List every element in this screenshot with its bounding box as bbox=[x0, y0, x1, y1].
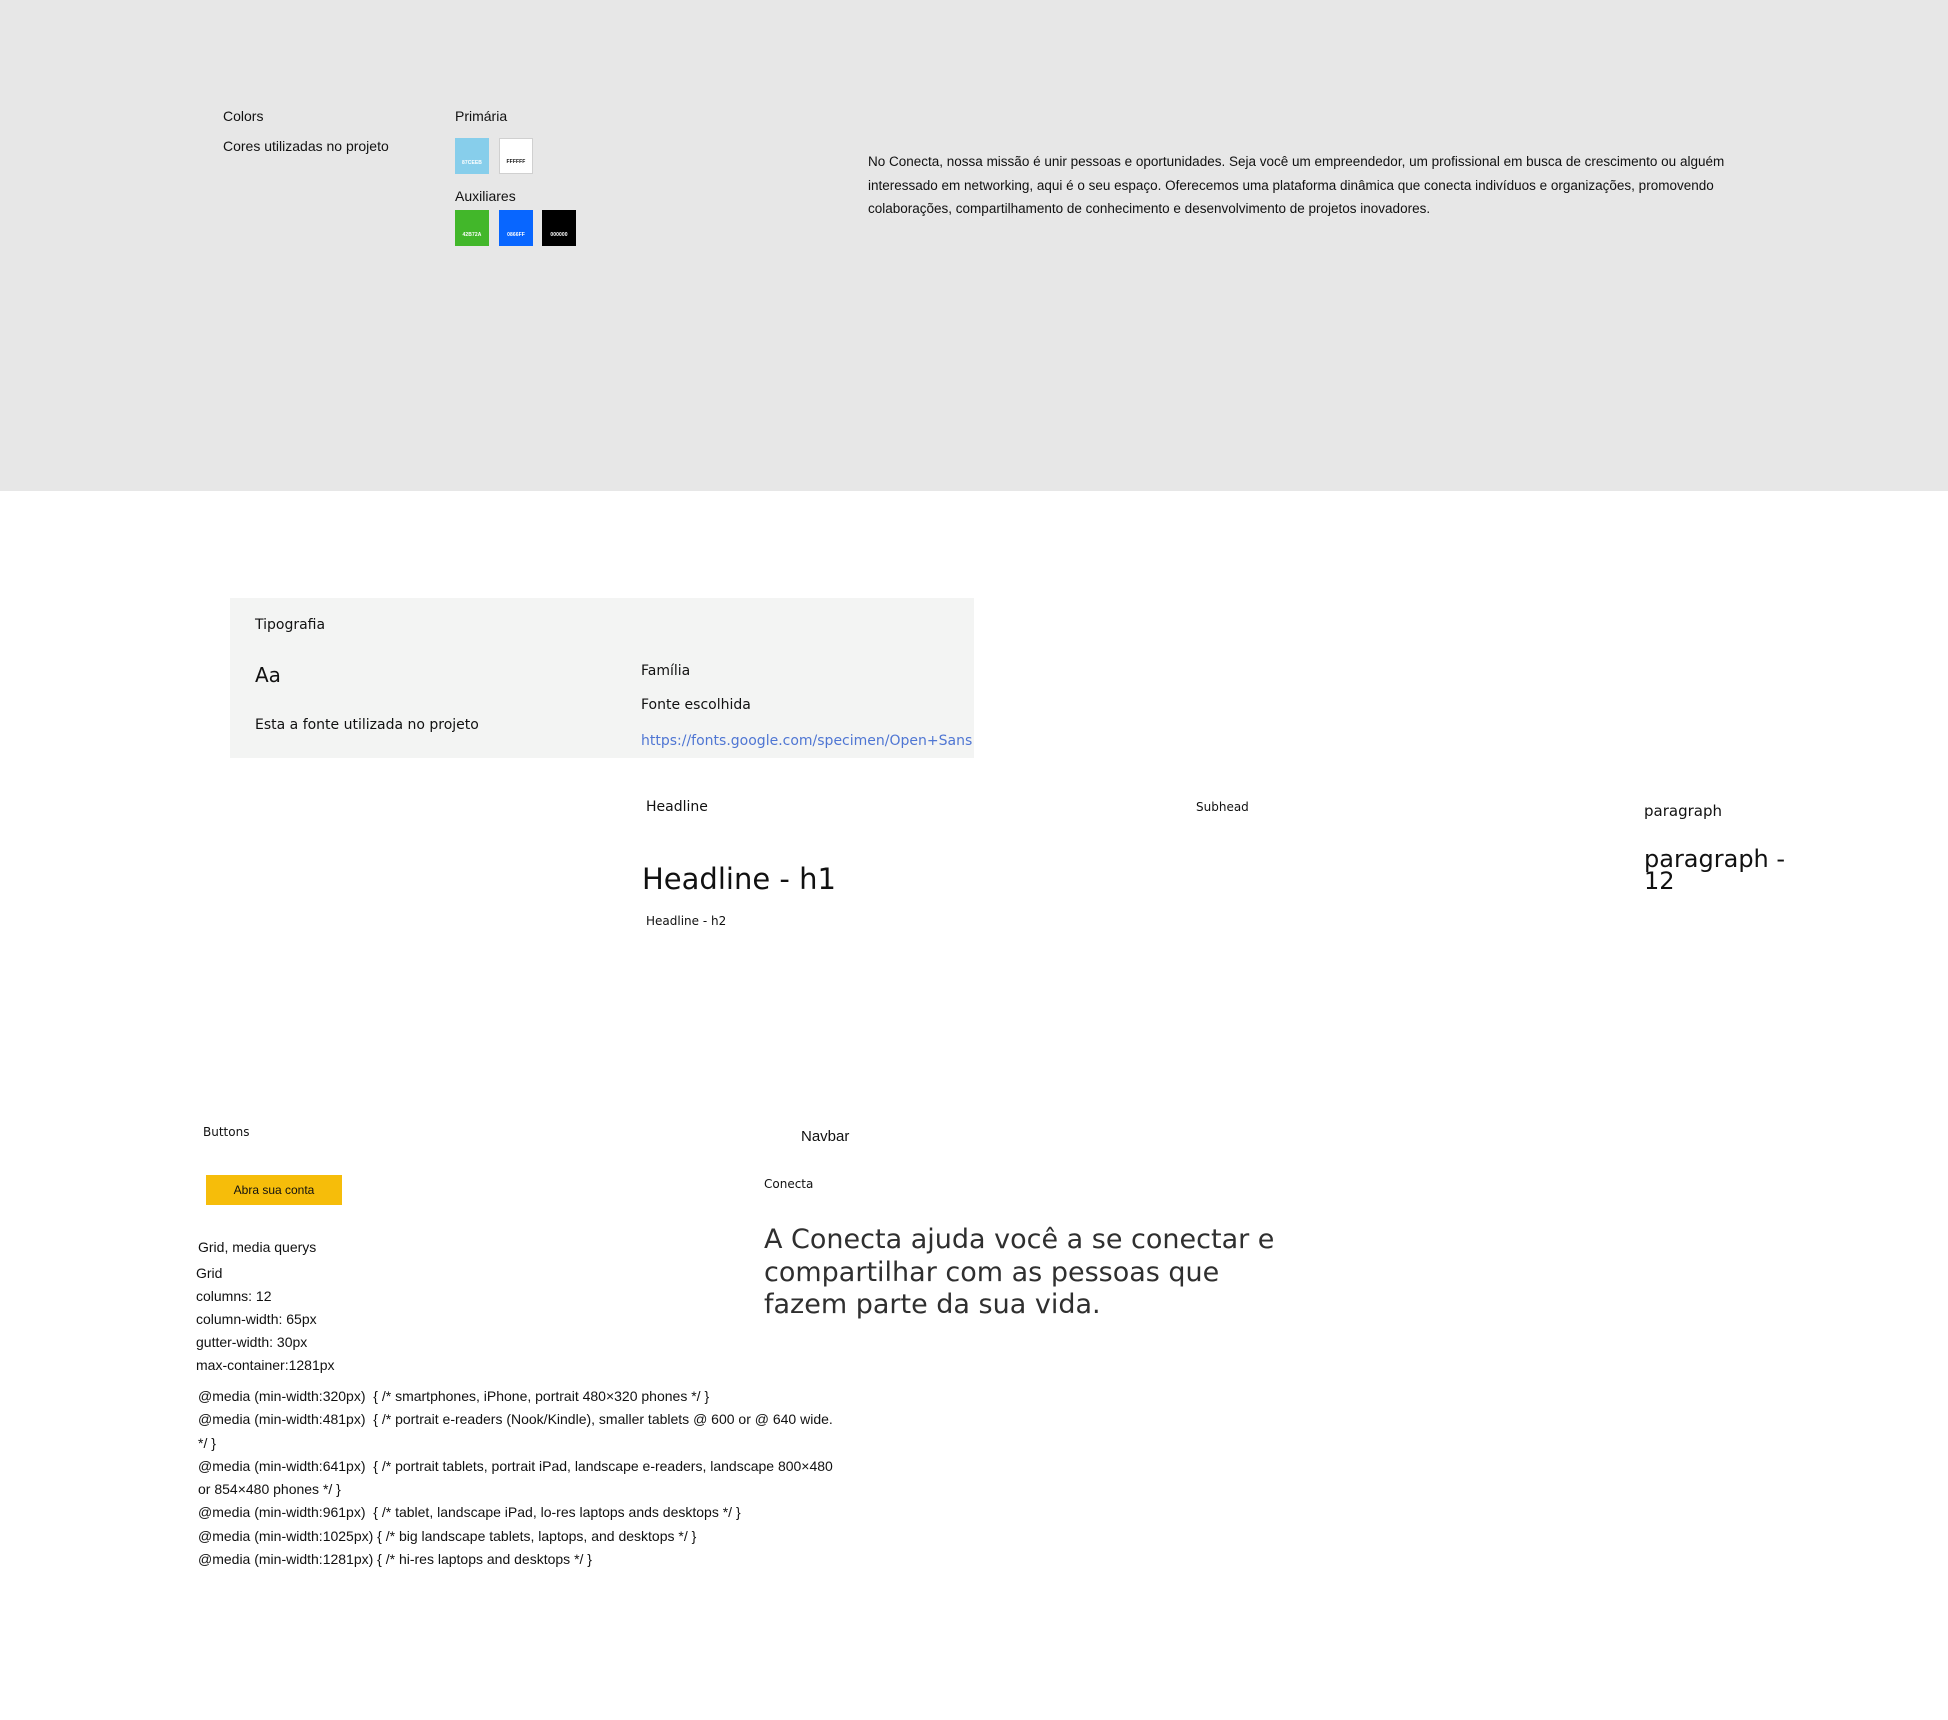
about-paragraph: No Conecta, nossa missão é unir pessoas … bbox=[868, 154, 1725, 216]
open-account-button[interactable]: Abra sua conta bbox=[206, 1175, 342, 1205]
paragraph-sample: paragraph - 12 bbox=[1644, 845, 1786, 895]
primary-colors-label: Primária bbox=[455, 108, 508, 124]
swatch-hex-label: FFFFFF bbox=[506, 159, 526, 165]
grid-column-width: column-width: 65px bbox=[196, 1311, 317, 1327]
swatch-hex-label: 87CEEB bbox=[461, 160, 483, 166]
media-query-line: @media (min-width:481px) { /* portrait e… bbox=[198, 1411, 837, 1451]
navbar-title: Navbar bbox=[801, 1128, 850, 1145]
grid-title: Grid, media querys bbox=[198, 1239, 317, 1255]
media-queries-list: @media (min-width:320px) { /* smartphone… bbox=[198, 1385, 838, 1571]
media-query-line: @media (min-width:961px) { /* tablet, la… bbox=[198, 1504, 741, 1521]
media-query-line: @media (min-width:320px) { /* smartphone… bbox=[198, 1388, 710, 1404]
auxiliary-colors-label: Auxiliares bbox=[455, 188, 516, 204]
grid-gutter-width: gutter-width: 30px bbox=[196, 1334, 308, 1350]
color-swatch-auxiliary-1: 42B72A bbox=[455, 210, 489, 246]
subhead-label: Subhead bbox=[1196, 800, 1249, 814]
headline-label: Headline bbox=[646, 799, 708, 815]
colors-section bbox=[0, 0, 1948, 491]
headline-h2-sample: Headline - h2 bbox=[646, 914, 727, 928]
font-family-label: Família bbox=[641, 663, 691, 679]
headline-h1-sample: Headline - h1 bbox=[642, 862, 836, 896]
font-description: Esta a fonte utilizada no projeto bbox=[255, 717, 479, 733]
grid-max-container: max-container:1281px bbox=[196, 1357, 335, 1373]
buttons-title: Buttons bbox=[203, 1125, 250, 1139]
media-query-line: @media (min-width:1281px) { /* hi-res la… bbox=[198, 1551, 592, 1568]
typography-title: Tipografia bbox=[255, 617, 326, 633]
font-chosen-label: Fonte escolhida bbox=[641, 697, 751, 713]
navbar-hero-text: A Conecta ajuda você a se conectar e com… bbox=[764, 1224, 1275, 1320]
color-swatch-primary-2: FFFFFF bbox=[499, 138, 533, 174]
color-swatch-auxiliary-2: 0866FF bbox=[499, 210, 533, 246]
color-swatch-primary-1: 87CEEB bbox=[455, 138, 489, 174]
font-sample: Aa bbox=[255, 663, 281, 687]
paragraph-label: paragraph bbox=[1644, 802, 1722, 820]
media-query-line: @media (min-width:641px) { /* portrait t… bbox=[198, 1457, 837, 1498]
swatch-hex-label: 42B72A bbox=[462, 232, 482, 238]
colors-subtitle: Cores utilizadas no projeto bbox=[223, 138, 389, 154]
media-query-line: @media (min-width:1025px) { /* big lands… bbox=[198, 1527, 697, 1544]
colors-title: Colors bbox=[223, 108, 264, 124]
color-swatch-auxiliary-3: 000000 bbox=[542, 210, 576, 246]
font-link[interactable]: https://fonts.google.com/specimen/Open+S… bbox=[641, 733, 972, 749]
grid-subtitle: Grid bbox=[196, 1265, 223, 1281]
swatch-hex-label: 0866FF bbox=[507, 232, 525, 238]
grid-columns: columns: 12 bbox=[196, 1288, 272, 1304]
navbar-brand[interactable]: Conecta bbox=[764, 1177, 813, 1191]
swatch-hex-label: 000000 bbox=[550, 232, 568, 238]
